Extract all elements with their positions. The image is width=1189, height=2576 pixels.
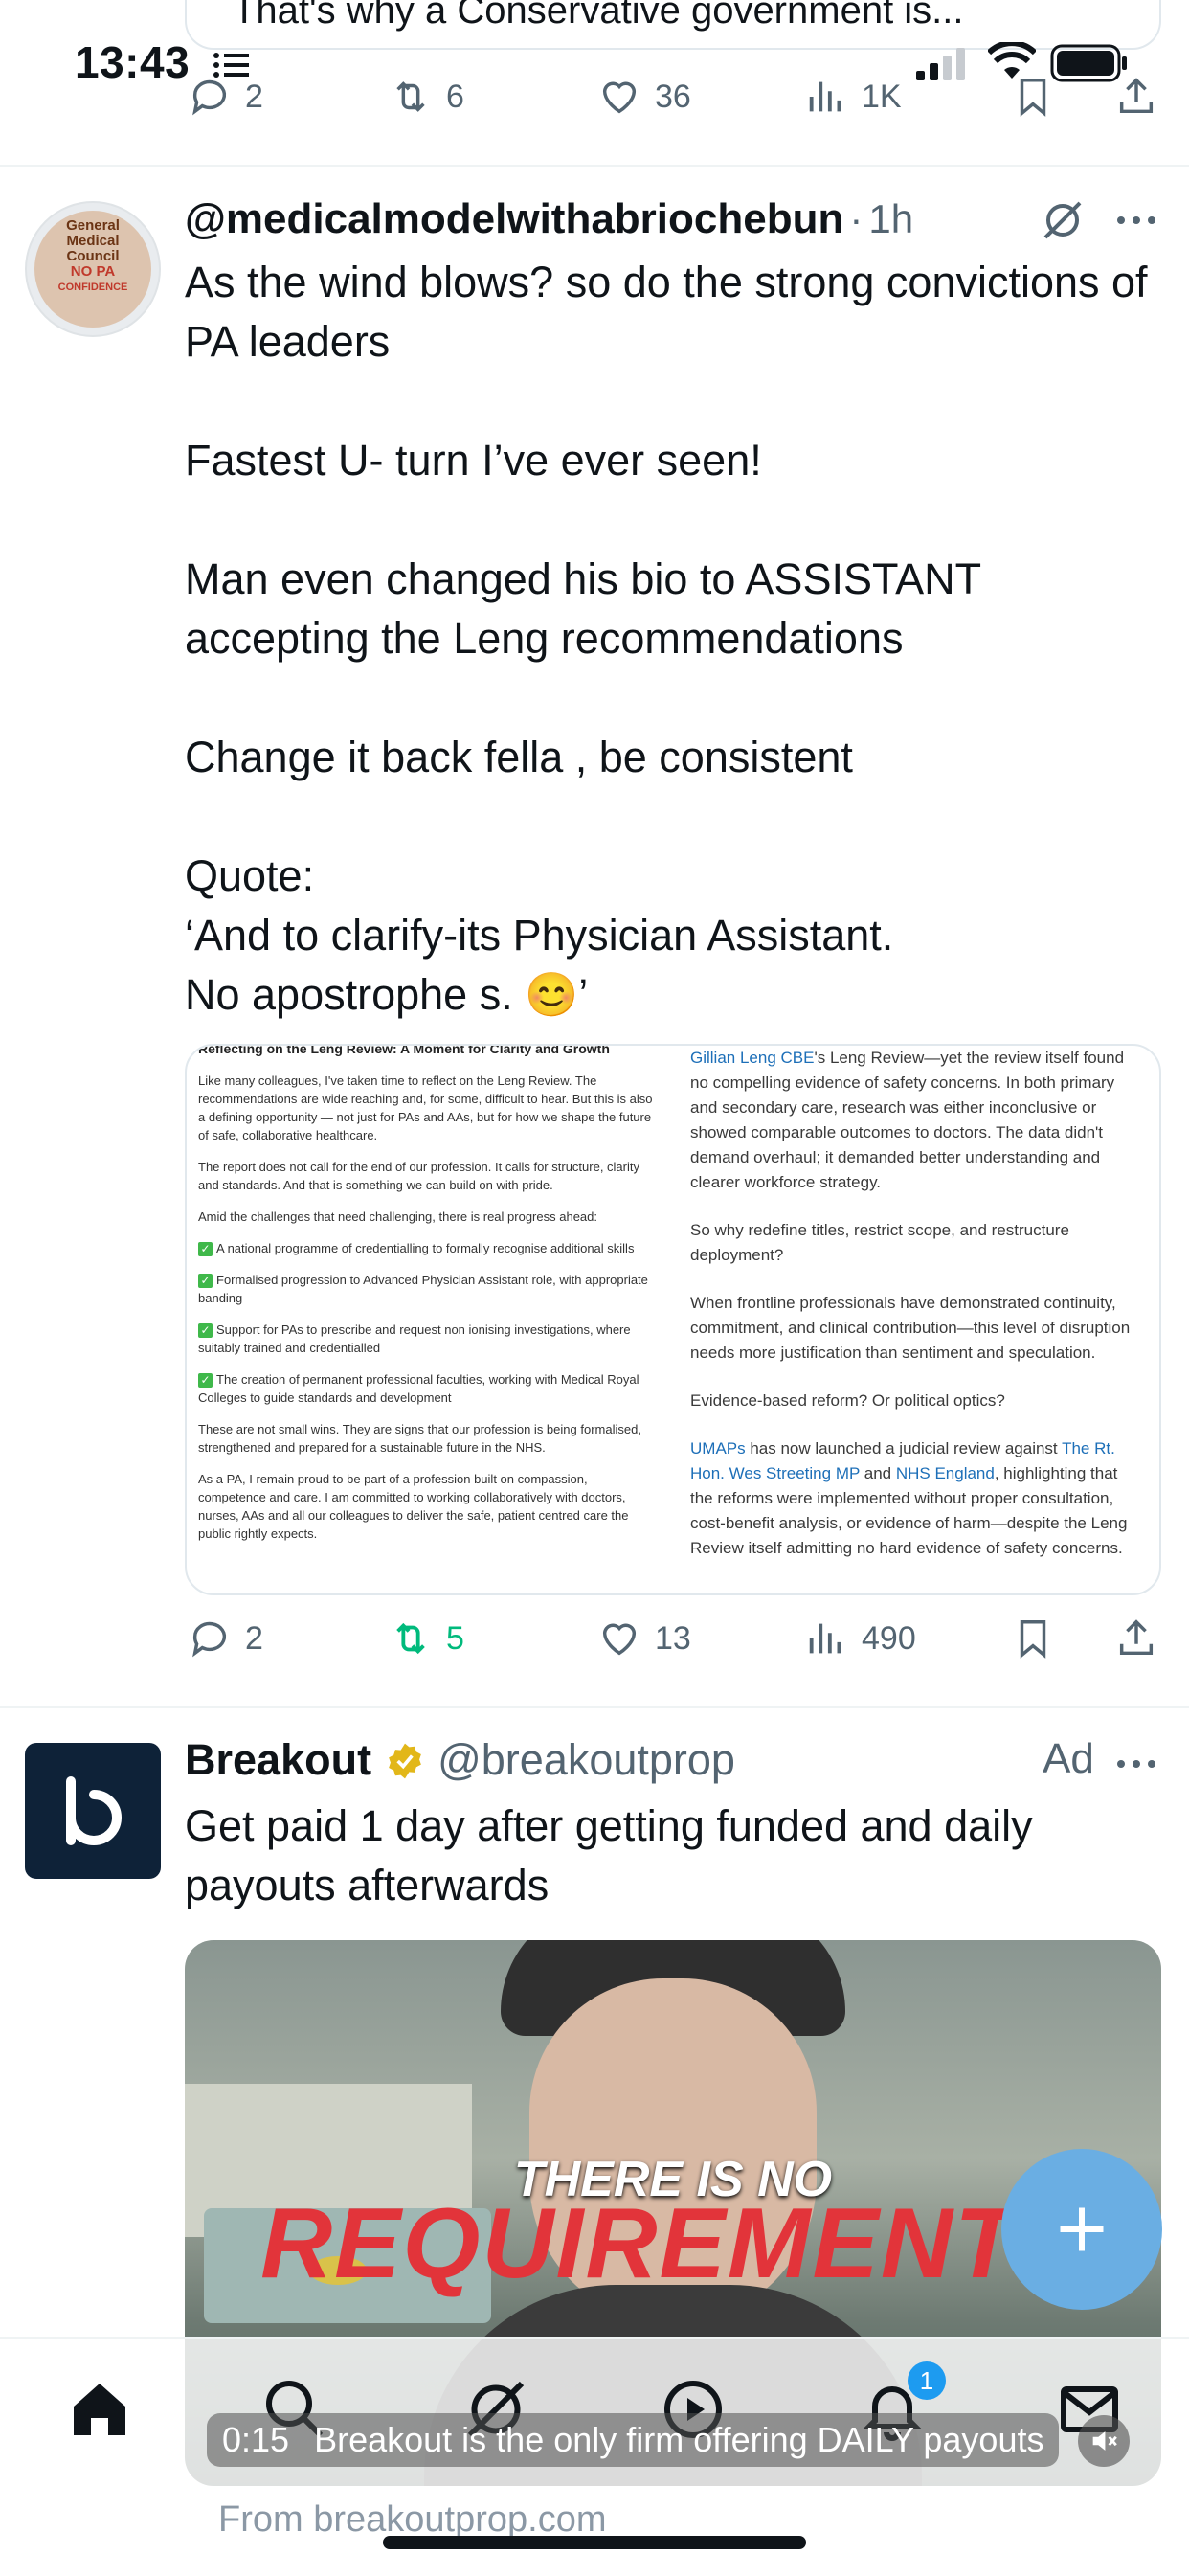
share-icon <box>1119 78 1154 114</box>
like-count: 36 <box>655 78 691 115</box>
tweet-header: @medicalmodelwithabriochebun · 1h <box>185 195 913 243</box>
view-count: 490 <box>862 1619 916 1657</box>
image-right-column: Gillian Leng CBE's Leng Review—yet the r… <box>690 1049 1131 1557</box>
bookmark-icon <box>1020 79 1046 117</box>
avatar-logo-text: General Medical Council NO PA CONFIDENCE <box>57 217 128 294</box>
ad-avatar[interactable] <box>25 1743 161 1879</box>
bookmark-icon <box>1020 1620 1046 1659</box>
more-options-icon[interactable] <box>1116 215 1156 226</box>
retweet-icon <box>396 81 425 112</box>
grok-icon[interactable] <box>1040 197 1086 243</box>
tweet-handle[interactable]: @medicalmodelwithabriochebun <box>185 195 843 242</box>
like-button[interactable]: 13 <box>597 1616 691 1661</box>
retweet-button[interactable]: 5 <box>389 1616 464 1661</box>
check-icon: ✓ <box>198 1373 213 1388</box>
bookmark-button[interactable] <box>1011 75 1055 119</box>
views-button[interactable]: 1K <box>804 75 902 119</box>
image-left-column: Reflecting on the Leng Review: A Moment … <box>187 1046 673 1593</box>
mute-icon <box>1092 2431 1117 2451</box>
notifications-badge: 1 <box>908 2361 946 2400</box>
ad-from[interactable]: From breakoutprop.com <box>218 2499 607 2541</box>
breakout-logo-icon <box>66 1776 122 1845</box>
mute-button[interactable] <box>1078 2415 1130 2467</box>
reply-count: 2 <box>245 78 263 115</box>
video-overlay: 0:15 Breakout is the only firm offering … <box>207 2413 1060 2467</box>
tweet-divider <box>0 1706 1189 1708</box>
reply-button[interactable]: 2 <box>188 75 263 119</box>
share-button[interactable] <box>1114 1616 1158 1661</box>
status-time: 13:43 <box>75 37 191 87</box>
heart-icon <box>602 1623 637 1656</box>
home-icon[interactable] <box>65 2375 134 2444</box>
views-icon <box>809 81 841 112</box>
tweet-dot: · <box>849 196 864 241</box>
check-icon: ✓ <box>198 1323 213 1338</box>
ad-text: Get paid 1 day after getting funded and … <box>185 1801 1045 1909</box>
reply-icon <box>192 1621 227 1658</box>
home-indicator <box>383 2536 806 2549</box>
retweet-icon <box>396 1622 425 1655</box>
ad-header: Breakout @breakoutprop <box>185 1735 735 1785</box>
reply-count: 2 <box>245 1619 263 1657</box>
retweet-count: 5 <box>446 1619 464 1657</box>
retweet-button[interactable]: 6 <box>389 75 464 119</box>
more-options-icon[interactable] <box>1116 1758 1156 1770</box>
previous-quote-text: That's why a Conservative government is.… <box>233 0 964 32</box>
like-count: 13 <box>655 1619 691 1657</box>
tweet-time[interactable]: 1h <box>868 196 913 241</box>
reply-button[interactable]: 2 <box>188 1616 263 1661</box>
verified-badge-icon <box>388 1743 421 1779</box>
like-button[interactable]: 36 <box>597 75 691 119</box>
avatar[interactable]: General Medical Council NO PA CONFIDENCE <box>25 201 161 337</box>
views-button[interactable]: 490 <box>804 1616 916 1661</box>
ad-handle[interactable]: @breakoutprop <box>437 1735 735 1784</box>
signal-icon <box>916 48 965 80</box>
share-button[interactable] <box>1114 75 1158 119</box>
retweet-count: 6 <box>446 78 464 115</box>
share-icon <box>1119 1619 1154 1656</box>
video-time: 0:15 <box>222 2420 290 2459</box>
view-count: 1K <box>862 78 902 115</box>
reply-icon <box>192 79 227 116</box>
compose-button[interactable] <box>1001 2149 1162 2310</box>
bookmark-button[interactable] <box>1011 1616 1055 1661</box>
views-icon <box>809 1623 841 1654</box>
check-icon: ✓ <box>198 1274 213 1288</box>
tweet-image[interactable]: Reflecting on the Leng Review: A Moment … <box>185 1044 1161 1595</box>
check-icon: ✓ <box>198 1242 213 1256</box>
plus-icon <box>1060 2207 1104 2251</box>
ad-label: Ad <box>1043 1735 1094 1782</box>
video-subtitle: Breakout is the only firm offering DAILY… <box>314 2420 1044 2459</box>
heart-icon <box>602 81 637 114</box>
image-left-heading: Reflecting on the Leng Review: A Moment … <box>198 1044 610 1056</box>
tweet-text: As the wind blows? so do the strong conv… <box>185 258 1148 1019</box>
tweet-divider <box>0 165 1189 167</box>
ad-name[interactable]: Breakout <box>185 1735 371 1784</box>
